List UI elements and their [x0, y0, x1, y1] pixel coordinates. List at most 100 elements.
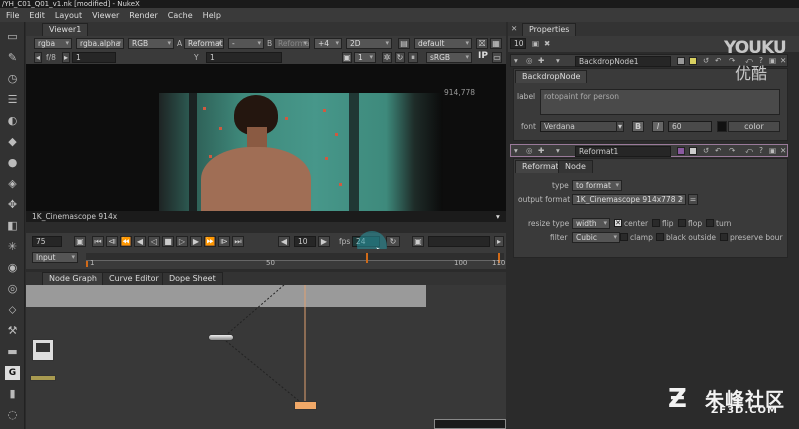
gizmo-tool-icon[interactable]: G: [5, 366, 20, 380]
tab-backdropnode[interactable]: BackdropNode: [515, 70, 588, 83]
read-node[interactable]: [30, 375, 56, 381]
step-back-increment-icon[interactable]: ⏪: [120, 236, 132, 247]
first-frame-icon[interactable]: ⏮: [92, 236, 104, 247]
tile-color-swatch[interactable]: [677, 57, 685, 65]
reformat-user-icon[interactable]: ▾: [556, 145, 560, 156]
fstop-decrease-icon[interactable]: ◂: [34, 52, 42, 63]
help-icon[interactable]: ◎: [526, 55, 533, 66]
reformat-close-node-icon[interactable]: ✕: [780, 145, 786, 156]
other-tool-icon[interactable]: ⚒: [5, 324, 20, 338]
collapse-icon[interactable]: ▾: [514, 55, 518, 66]
filter-dropdown[interactable]: Cubic: [572, 232, 620, 243]
reformat-node[interactable]: [294, 401, 317, 410]
node-graph-canvas[interactable]: [26, 285, 506, 429]
display-channel-dropdown[interactable]: RGB: [128, 38, 174, 49]
next-frame-icon[interactable]: ▶: [190, 236, 202, 247]
plugin-tool-icon[interactable]: ▮: [5, 387, 20, 401]
prev-keyframe-icon[interactable]: ⧏: [106, 236, 118, 247]
step-field[interactable]: 10: [294, 236, 316, 247]
proxy-icon[interactable]: ▣: [342, 52, 352, 63]
reformat-name-field[interactable]: Reformat1: [575, 146, 671, 157]
furnace-tool-icon[interactable]: ▬: [5, 345, 20, 359]
format-edit-icon[interactable]: =: [688, 194, 698, 205]
play-backward-icon[interactable]: ◁: [148, 236, 160, 247]
prev-frame-icon[interactable]: ◀: [134, 236, 146, 247]
layer-dropdown[interactable]: rgba.alpha: [76, 38, 124, 49]
colorspace-dropdown[interactable]: sRGB: [426, 52, 472, 63]
range-source-dropdown[interactable]: Input: [32, 252, 78, 263]
views-tool-icon[interactable]: ◎: [5, 282, 20, 296]
lock-icon[interactable]: ▣: [74, 236, 86, 247]
bold-button[interactable]: B: [632, 121, 644, 132]
gl-color-swatch[interactable]: [689, 57, 697, 65]
transform-tool-icon[interactable]: ✥: [5, 198, 20, 212]
max-panels-field[interactable]: 10: [510, 38, 526, 49]
lut-dropdown[interactable]: default: [414, 38, 472, 49]
playback-mode-icon[interactable]: ↻: [386, 236, 400, 247]
reformat-collapse-icon[interactable]: ▾: [514, 145, 518, 156]
reformat-help-icon[interactable]: ◎: [526, 145, 533, 156]
pause-icon[interactable]: ⏸: [408, 52, 418, 63]
metadata-tool-icon[interactable]: ⬦: [5, 303, 20, 317]
font-picker-icon[interactable]: ▾: [616, 121, 624, 132]
reformat-reset-icon[interactable]: ⤺: [745, 145, 753, 156]
toolsets-tool-icon[interactable]: ◌: [5, 408, 20, 422]
tab-properties[interactable]: Properties: [522, 23, 577, 36]
monitor-icon[interactable]: ▭: [492, 52, 502, 63]
read-node-thumbnail[interactable]: [32, 339, 54, 361]
keyer-tool-icon[interactable]: ●: [5, 156, 20, 170]
play-forward-icon[interactable]: ▷: [176, 236, 188, 247]
preserve-bbox-checkbox[interactable]: [720, 233, 728, 241]
turn-checkbox[interactable]: [706, 219, 714, 227]
black-outside-checkbox[interactable]: [656, 233, 664, 241]
frame-range-field[interactable]: [428, 236, 490, 247]
deep-tool-icon[interactable]: ◉: [5, 261, 20, 275]
grid-icon[interactable]: ▦: [490, 38, 502, 49]
resize-type-dropdown[interactable]: width: [572, 218, 610, 229]
particles-tool-icon[interactable]: ✳: [5, 240, 20, 254]
menu-viewer[interactable]: Viewer: [92, 11, 119, 20]
reformat-restore-icon[interactable]: ▣: [769, 145, 776, 156]
lock-panels-icon[interactable]: ▣: [532, 38, 539, 49]
roi-icon[interactable]: ⛝: [476, 38, 488, 49]
filter-tool-icon[interactable]: ◆: [5, 135, 20, 149]
gamma-field[interactable]: 1: [206, 52, 282, 63]
merge-tool-icon[interactable]: ◈: [5, 177, 20, 191]
clamp-checkbox[interactable]: [620, 233, 628, 241]
3d-tool-icon[interactable]: ◧: [5, 219, 20, 233]
properties-close-icon[interactable]: ✕: [511, 23, 517, 34]
gain-field[interactable]: 1: [72, 52, 116, 63]
view-mode-dropdown[interactable]: 2D: [346, 38, 392, 49]
font-field[interactable]: Verdana: [540, 121, 624, 132]
wipe-dropdown[interactable]: +4: [314, 38, 342, 49]
menu-cache[interactable]: Cache: [168, 11, 193, 20]
dot-node[interactable]: [208, 334, 234, 341]
user-icon[interactable]: ▾: [556, 55, 560, 66]
lut-icon[interactable]: ▤: [398, 38, 410, 49]
channel-tool-icon[interactable]: ☰: [5, 93, 20, 107]
range-menu-icon[interactable]: ▸: [494, 236, 504, 247]
fstop-increase-icon[interactable]: ▸: [62, 52, 70, 63]
reformat-undo-icon[interactable]: ↶: [715, 145, 721, 156]
clear-panels-icon[interactable]: ✖: [544, 38, 550, 49]
playhead-marker[interactable]: [366, 253, 368, 263]
info-menu-icon[interactable]: ▾: [496, 211, 500, 222]
flipbook-icon[interactable]: ▣: [412, 236, 424, 247]
refresh-icon[interactable]: ↻: [395, 52, 405, 63]
reformat-float-icon[interactable]: ✚: [538, 145, 544, 156]
type-dropdown[interactable]: to format: [572, 180, 622, 191]
reformat-help-question-icon[interactable]: ?: [759, 145, 763, 156]
next-keyframe-icon[interactable]: ⧐: [218, 236, 230, 247]
reformat-gl-color-swatch[interactable]: [689, 147, 697, 155]
revert-icon[interactable]: ↺: [703, 55, 709, 66]
italic-button[interactable]: I: [652, 121, 664, 132]
float-icon[interactable]: ✚: [538, 55, 544, 66]
step-increase-icon[interactable]: ▶: [318, 236, 330, 247]
label-textarea[interactable]: rotopaint for person: [540, 89, 780, 115]
reformat-redo-icon[interactable]: ↷: [729, 145, 735, 156]
tab-curve-editor[interactable]: Curve Editor: [102, 272, 166, 285]
backdrop-name-field[interactable]: BackdropNode1: [575, 56, 671, 67]
undo-icon[interactable]: ↶: [715, 55, 721, 66]
navigator-minimap[interactable]: [434, 419, 506, 429]
menu-edit[interactable]: Edit: [29, 11, 45, 20]
